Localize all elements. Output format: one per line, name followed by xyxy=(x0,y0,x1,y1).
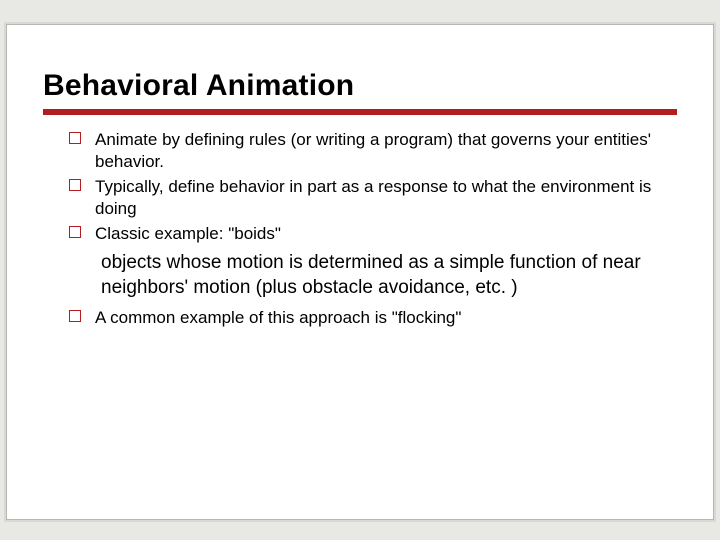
list-item: Classic example: "boids" xyxy=(69,223,677,245)
bullet-list-continued: A common example of this approach is "fl… xyxy=(43,307,677,329)
list-item: Typically, define behavior in part as a … xyxy=(69,176,677,221)
bullet-list: Animate by defining rules (or writing a … xyxy=(43,129,677,245)
bullet-text: Classic example: "boids" xyxy=(95,224,281,243)
bullet-text: A common example of this approach is "fl… xyxy=(95,308,461,327)
slide-body: Behavioral Animation Animate by defining… xyxy=(13,31,707,513)
checkbox-icon xyxy=(69,179,81,191)
list-item: A common example of this approach is "fl… xyxy=(69,307,677,329)
checkbox-icon xyxy=(69,226,81,238)
sub-bullet-text: objects whose motion is determined as a … xyxy=(101,251,677,300)
checkbox-icon xyxy=(69,310,81,322)
bullet-text: Animate by defining rules (or writing a … xyxy=(95,130,651,171)
title-underline xyxy=(43,109,677,115)
slide-frame: Behavioral Animation Animate by defining… xyxy=(6,24,714,520)
slide-title: Behavioral Animation xyxy=(43,69,677,103)
list-item: Animate by defining rules (or writing a … xyxy=(69,129,677,174)
checkbox-icon xyxy=(69,132,81,144)
bullet-text: Typically, define behavior in part as a … xyxy=(95,177,651,218)
